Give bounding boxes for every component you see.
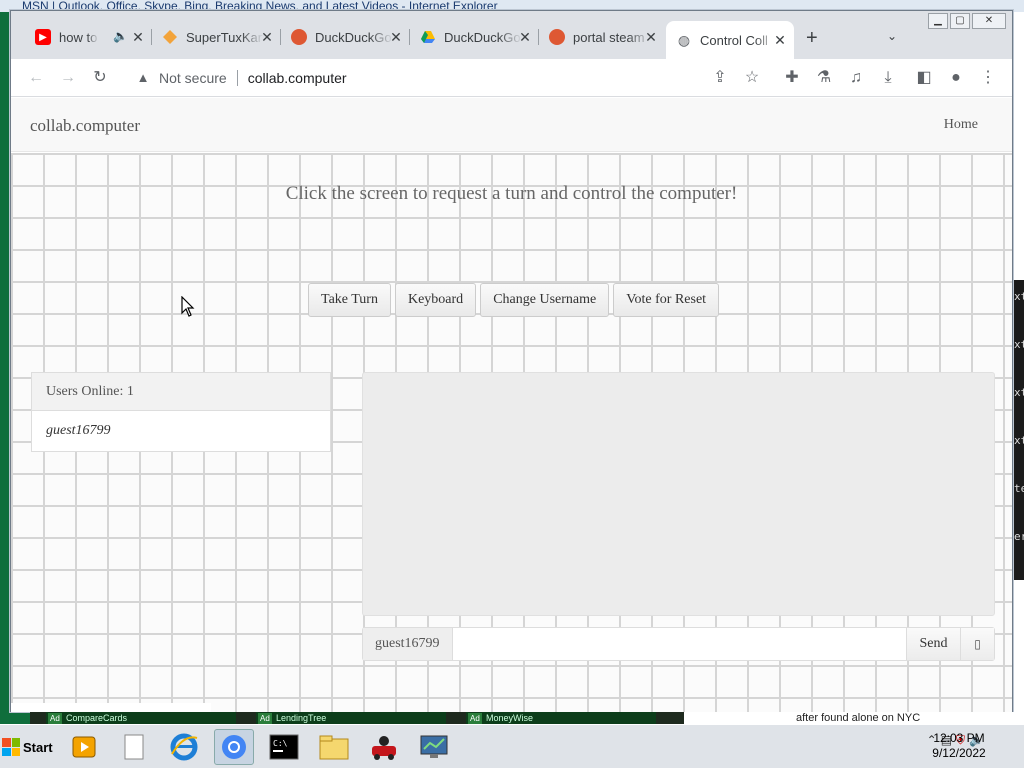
share-icon[interactable]: ⇪ bbox=[711, 69, 729, 87]
web-page: collab.computer Home Click the screen to… bbox=[11, 98, 1012, 712]
vote-reset-button[interactable]: Vote for Reset bbox=[613, 283, 720, 317]
command-prompt-icon[interactable]: C:\ bbox=[264, 729, 304, 765]
security-label[interactable]: Not secure bbox=[159, 70, 227, 86]
chat-options-button[interactable]: ▯ bbox=[960, 628, 994, 660]
chrome-taskbar-icon[interactable] bbox=[214, 729, 254, 765]
control-button-row: Take Turn Keyboard Change Username Vote … bbox=[308, 283, 720, 317]
users-online-panel: Users Online: 1 guest16799 bbox=[31, 372, 331, 452]
internet-explorer-icon[interactable] bbox=[164, 729, 204, 765]
chat-input-group: guest16799 Send ▯ bbox=[362, 627, 995, 661]
chrome-window: ▶ how to 🔈 ✕ SuperTuxKart ✕ DuckDuckGo ✕… bbox=[10, 10, 1013, 712]
forward-icon[interactable]: → bbox=[59, 69, 77, 87]
google-drive-icon bbox=[420, 29, 436, 45]
bookmark-star-icon[interactable]: ☆ bbox=[743, 69, 761, 87]
chat-log[interactable] bbox=[362, 372, 995, 616]
document-icon[interactable] bbox=[114, 729, 154, 765]
maximize-button[interactable]: ▢ bbox=[950, 13, 970, 29]
menu-kebab-icon[interactable]: ⋮ bbox=[979, 69, 997, 87]
clock-time: 12:03 PM bbox=[933, 731, 985, 745]
chat-username-label: guest16799 bbox=[363, 628, 453, 660]
taskbar-clock[interactable]: 12:03 PM 9/12/2022 bbox=[924, 731, 994, 761]
tab-search-icon[interactable]: ⌄ bbox=[887, 29, 897, 43]
close-tab-icon[interactable]: ✕ bbox=[388, 29, 404, 46]
close-tab-icon[interactable]: ✕ bbox=[517, 29, 533, 46]
duckduckgo-icon bbox=[549, 29, 565, 45]
address-bar[interactable]: ▲ Not secure collab.computer bbox=[125, 63, 765, 93]
supertuxkart-icon bbox=[162, 29, 178, 45]
page-headline: Click the screen to request a turn and c… bbox=[285, 183, 738, 204]
supertuxkart-taskbar-icon[interactable] bbox=[364, 729, 404, 765]
side-panel-icon[interactable]: ◧ bbox=[915, 69, 933, 87]
news-snippet[interactable]: after found alone on NYC bbox=[684, 712, 1024, 724]
network-monitor-icon[interactable] bbox=[414, 729, 454, 765]
background-console-edge: xt xt xt xt te er bbox=[1012, 280, 1024, 580]
url-text[interactable]: collab.computer bbox=[248, 70, 347, 86]
windows-logo-icon bbox=[2, 738, 20, 756]
nav-home-link[interactable]: Home bbox=[944, 117, 978, 133]
site-navbar: collab.computer Home bbox=[11, 98, 1012, 152]
extensions-icon[interactable]: ✚ bbox=[783, 69, 801, 87]
window-controls: ▁ ▢ ✕ bbox=[928, 13, 1006, 29]
close-tab-icon[interactable]: ✕ bbox=[259, 29, 275, 46]
globe-icon: ◍ bbox=[677, 31, 691, 48]
close-window-button[interactable]: ✕ bbox=[972, 13, 1006, 29]
ad-item[interactable]: Ad MoneyWise bbox=[466, 712, 656, 725]
start-button[interactable]: Start bbox=[2, 731, 54, 763]
tab-duckduckgo[interactable]: DuckDuckGo ✕ bbox=[281, 21, 410, 53]
tab-duckduckgo-2[interactable]: DuckDuckGo ✕ bbox=[410, 21, 539, 53]
close-tab-icon[interactable]: ✕ bbox=[772, 32, 788, 49]
reload-icon[interactable]: ↻ bbox=[91, 69, 109, 87]
site-brand[interactable]: collab.computer bbox=[30, 116, 140, 136]
duckduckgo-icon bbox=[291, 29, 307, 45]
warning-icon[interactable]: ▲ bbox=[135, 70, 151, 86]
audio-playing-icon[interactable]: 🔈 bbox=[113, 29, 128, 43]
users-online-heading: Users Online: 1 bbox=[32, 373, 330, 411]
chat-message-input[interactable] bbox=[453, 628, 906, 660]
take-turn-button[interactable]: Take Turn bbox=[308, 283, 391, 317]
labs-flask-icon[interactable]: ⚗ bbox=[815, 69, 833, 87]
media-controls-icon[interactable]: ♫ bbox=[847, 69, 865, 87]
media-player-icon[interactable] bbox=[64, 729, 104, 765]
send-button[interactable]: Send bbox=[906, 628, 960, 660]
youtube-icon: ▶ bbox=[35, 29, 51, 45]
file-explorer-icon[interactable] bbox=[314, 729, 354, 765]
download-icon[interactable]: ⤓ bbox=[879, 69, 897, 87]
minimize-button[interactable]: ▁ bbox=[928, 13, 948, 29]
tab-portal-steam[interactable]: portal steam ✕ bbox=[539, 21, 665, 53]
close-tab-icon[interactable]: ✕ bbox=[130, 29, 146, 46]
clock-date: 9/12/2022 bbox=[932, 746, 986, 760]
back-icon[interactable]: ← bbox=[27, 69, 45, 87]
keyboard-button[interactable]: Keyboard bbox=[394, 283, 477, 317]
profile-avatar-icon[interactable]: ● bbox=[947, 69, 965, 87]
user-list-item: guest16799 bbox=[46, 423, 111, 438]
change-username-button[interactable]: Change Username bbox=[480, 283, 610, 317]
tab-supertuxkart[interactable]: SuperTuxKart ✕ bbox=[152, 21, 281, 53]
ad-item[interactable]: Ad CompareCards bbox=[46, 712, 236, 725]
windows-taskbar: Start C:\ ⌃ ▤ ⛨ 🔈 12:03 PM 9/12/2022 bbox=[0, 724, 1024, 768]
svg-text:C:\: C:\ bbox=[273, 739, 288, 748]
new-tab-button[interactable]: + bbox=[806, 27, 818, 50]
tab-strip: ▶ how to 🔈 ✕ SuperTuxKart ✕ DuckDuckGo ✕… bbox=[11, 11, 1012, 59]
ad-item[interactable]: Ad LendingTree bbox=[256, 712, 446, 725]
tab-control-collab[interactable]: ◍ Control Coll ✕ bbox=[666, 21, 794, 59]
close-tab-icon[interactable]: ✕ bbox=[643, 29, 659, 46]
browser-toolbar: ← → ↻ ▲ Not secure collab.computer ⇪ ☆ ✚… bbox=[11, 59, 1012, 97]
tab-youtube[interactable]: ▶ how to 🔈 ✕ bbox=[25, 21, 152, 53]
